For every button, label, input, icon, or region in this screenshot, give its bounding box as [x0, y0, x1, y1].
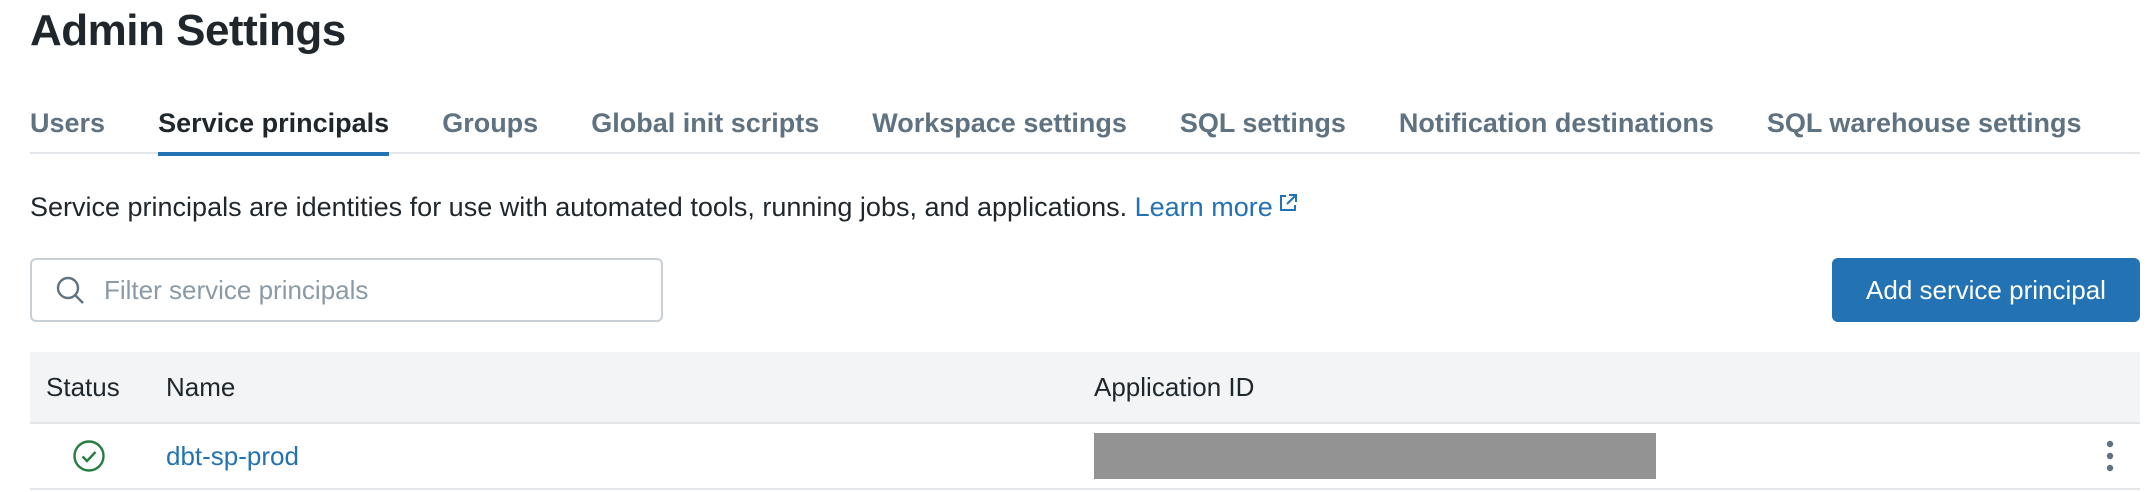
- admin-settings-page: Admin Settings Users Service principals …: [0, 0, 2148, 492]
- check-circle-icon: [73, 440, 105, 472]
- tab-groups[interactable]: Groups: [442, 102, 538, 154]
- row-status-cell: [30, 439, 166, 473]
- column-header-status: Status: [46, 371, 120, 402]
- search-input[interactable]: [104, 274, 644, 306]
- page-description: Service principals are identities for us…: [30, 190, 1299, 224]
- tab-sql-settings[interactable]: SQL settings: [1180, 102, 1346, 154]
- description-text: Service principals are identities for us…: [30, 192, 1128, 222]
- service-principal-name-link[interactable]: dbt-sp-prod: [166, 441, 299, 471]
- service-principals-table: Status Name Application ID dbt-sp-prod: [30, 352, 2140, 490]
- page-title: Admin Settings: [30, 6, 346, 55]
- row-application-id-cell: [1094, 433, 2080, 479]
- search-icon: [56, 276, 84, 304]
- search-box[interactable]: [30, 258, 663, 322]
- kebab-menu-icon[interactable]: [2104, 439, 2116, 473]
- row-actions-cell: [2080, 439, 2140, 473]
- column-header-application-id: Application ID: [1094, 371, 1255, 402]
- settings-tabs: Users Service principals Groups Global i…: [30, 102, 2140, 156]
- redacted-application-id: [1094, 433, 1656, 479]
- tab-workspace-settings[interactable]: Workspace settings: [872, 102, 1127, 154]
- table-header: Status Name Application ID: [30, 352, 2140, 424]
- row-name-cell: dbt-sp-prod: [166, 441, 1094, 472]
- tab-notification-destinations[interactable]: Notification destinations: [1399, 102, 1714, 154]
- tab-users[interactable]: Users: [30, 102, 105, 154]
- table-row: dbt-sp-prod: [30, 424, 2140, 490]
- add-service-principal-button[interactable]: Add service principal: [1832, 258, 2140, 322]
- tab-sql-warehouse-settings[interactable]: SQL warehouse settings: [1767, 102, 2082, 154]
- column-header-name: Name: [166, 371, 236, 402]
- tab-service-principals[interactable]: Service principals: [158, 102, 390, 156]
- learn-more-label: Learn more: [1134, 192, 1273, 222]
- external-link-icon: [1279, 194, 1297, 211]
- learn-more-link[interactable]: Learn more: [1135, 192, 1299, 222]
- tab-global-init-scripts[interactable]: Global init scripts: [591, 102, 819, 154]
